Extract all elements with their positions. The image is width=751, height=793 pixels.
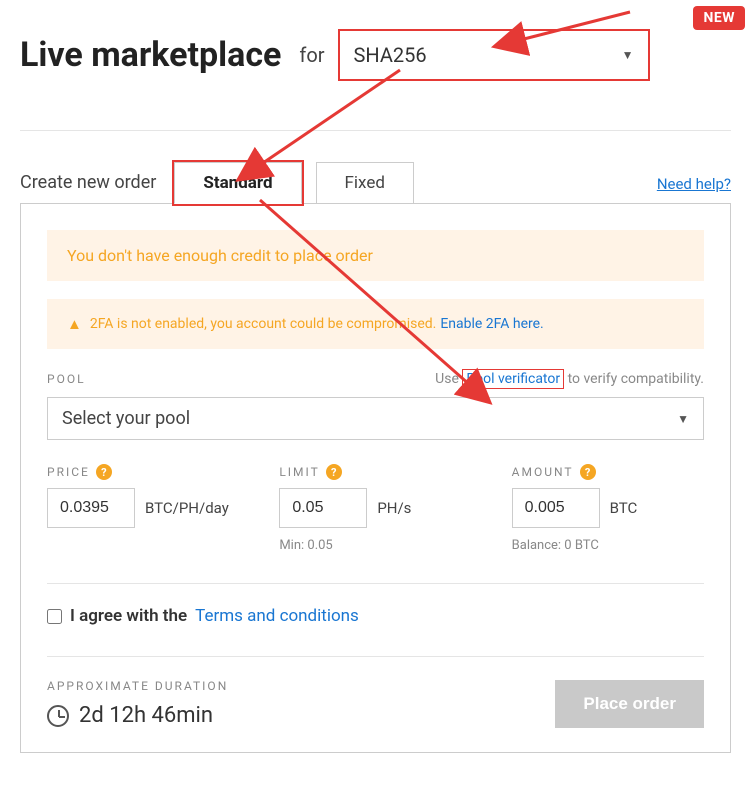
enable-2fa-link[interactable]: Enable 2FA here. [440, 316, 543, 332]
divider [20, 130, 731, 131]
order-panel: You don't have enough credit to place or… [20, 203, 731, 753]
need-help-link[interactable]: Need help? [657, 175, 731, 203]
for-label: for [299, 43, 324, 67]
amount-unit: BTC [610, 499, 638, 517]
agree-text: I agree with the [70, 606, 187, 626]
alert-2fa-text: 2FA is not enabled, you account could be… [90, 316, 436, 332]
pool-select-placeholder: Select your pool [62, 408, 190, 429]
help-icon[interactable]: ? [326, 464, 342, 480]
price-input[interactable] [47, 488, 135, 528]
help-icon[interactable]: ? [580, 464, 596, 480]
terms-link[interactable]: Terms and conditions [195, 606, 359, 626]
new-badge: NEW [693, 6, 745, 30]
divider [47, 656, 704, 657]
price-label: PRICE [47, 465, 90, 479]
limit-input[interactable] [279, 488, 367, 528]
algorithm-select[interactable]: SHA256 ▼ [339, 30, 649, 80]
limit-min: Min: 0.05 [279, 538, 471, 553]
pool-label: POOL [47, 372, 86, 386]
page-title: Live marketplace [20, 35, 281, 75]
agree-checkbox[interactable] [47, 609, 62, 624]
pool-select[interactable]: Select your pool ▼ [47, 397, 704, 440]
amount-input[interactable] [512, 488, 600, 528]
pool-verificator-link[interactable]: Pool verificator [462, 369, 564, 389]
duration-label: APPROXIMATE DURATION [47, 679, 228, 693]
duration-value: 2d 12h 46min [79, 703, 213, 728]
tab-fixed[interactable]: Fixed [316, 162, 414, 204]
warning-icon: ▲ [67, 315, 82, 333]
limit-label: LIMIT [279, 465, 319, 479]
amount-label: AMOUNT [512, 465, 574, 479]
tab-standard[interactable]: Standard [174, 162, 301, 204]
chevron-down-icon: ▼ [622, 48, 634, 62]
create-order-label: Create new order [20, 172, 156, 203]
amount-balance: Balance: 0 BTC [512, 538, 704, 553]
help-icon[interactable]: ? [96, 464, 112, 480]
price-unit: BTC/PH/day [145, 499, 229, 517]
place-order-button[interactable]: Place order [555, 680, 704, 728]
limit-unit: PH/s [377, 499, 411, 517]
chevron-down-icon: ▼ [677, 412, 689, 426]
alert-credit: You don't have enough credit to place or… [47, 230, 704, 281]
algorithm-value: SHA256 [354, 43, 427, 67]
alert-2fa: ▲ 2FA is not enabled, you account could … [47, 299, 704, 349]
pool-verif-text: Use Pool verificator to verify compatibi… [435, 371, 704, 387]
clock-icon [47, 705, 69, 727]
divider [47, 583, 704, 584]
